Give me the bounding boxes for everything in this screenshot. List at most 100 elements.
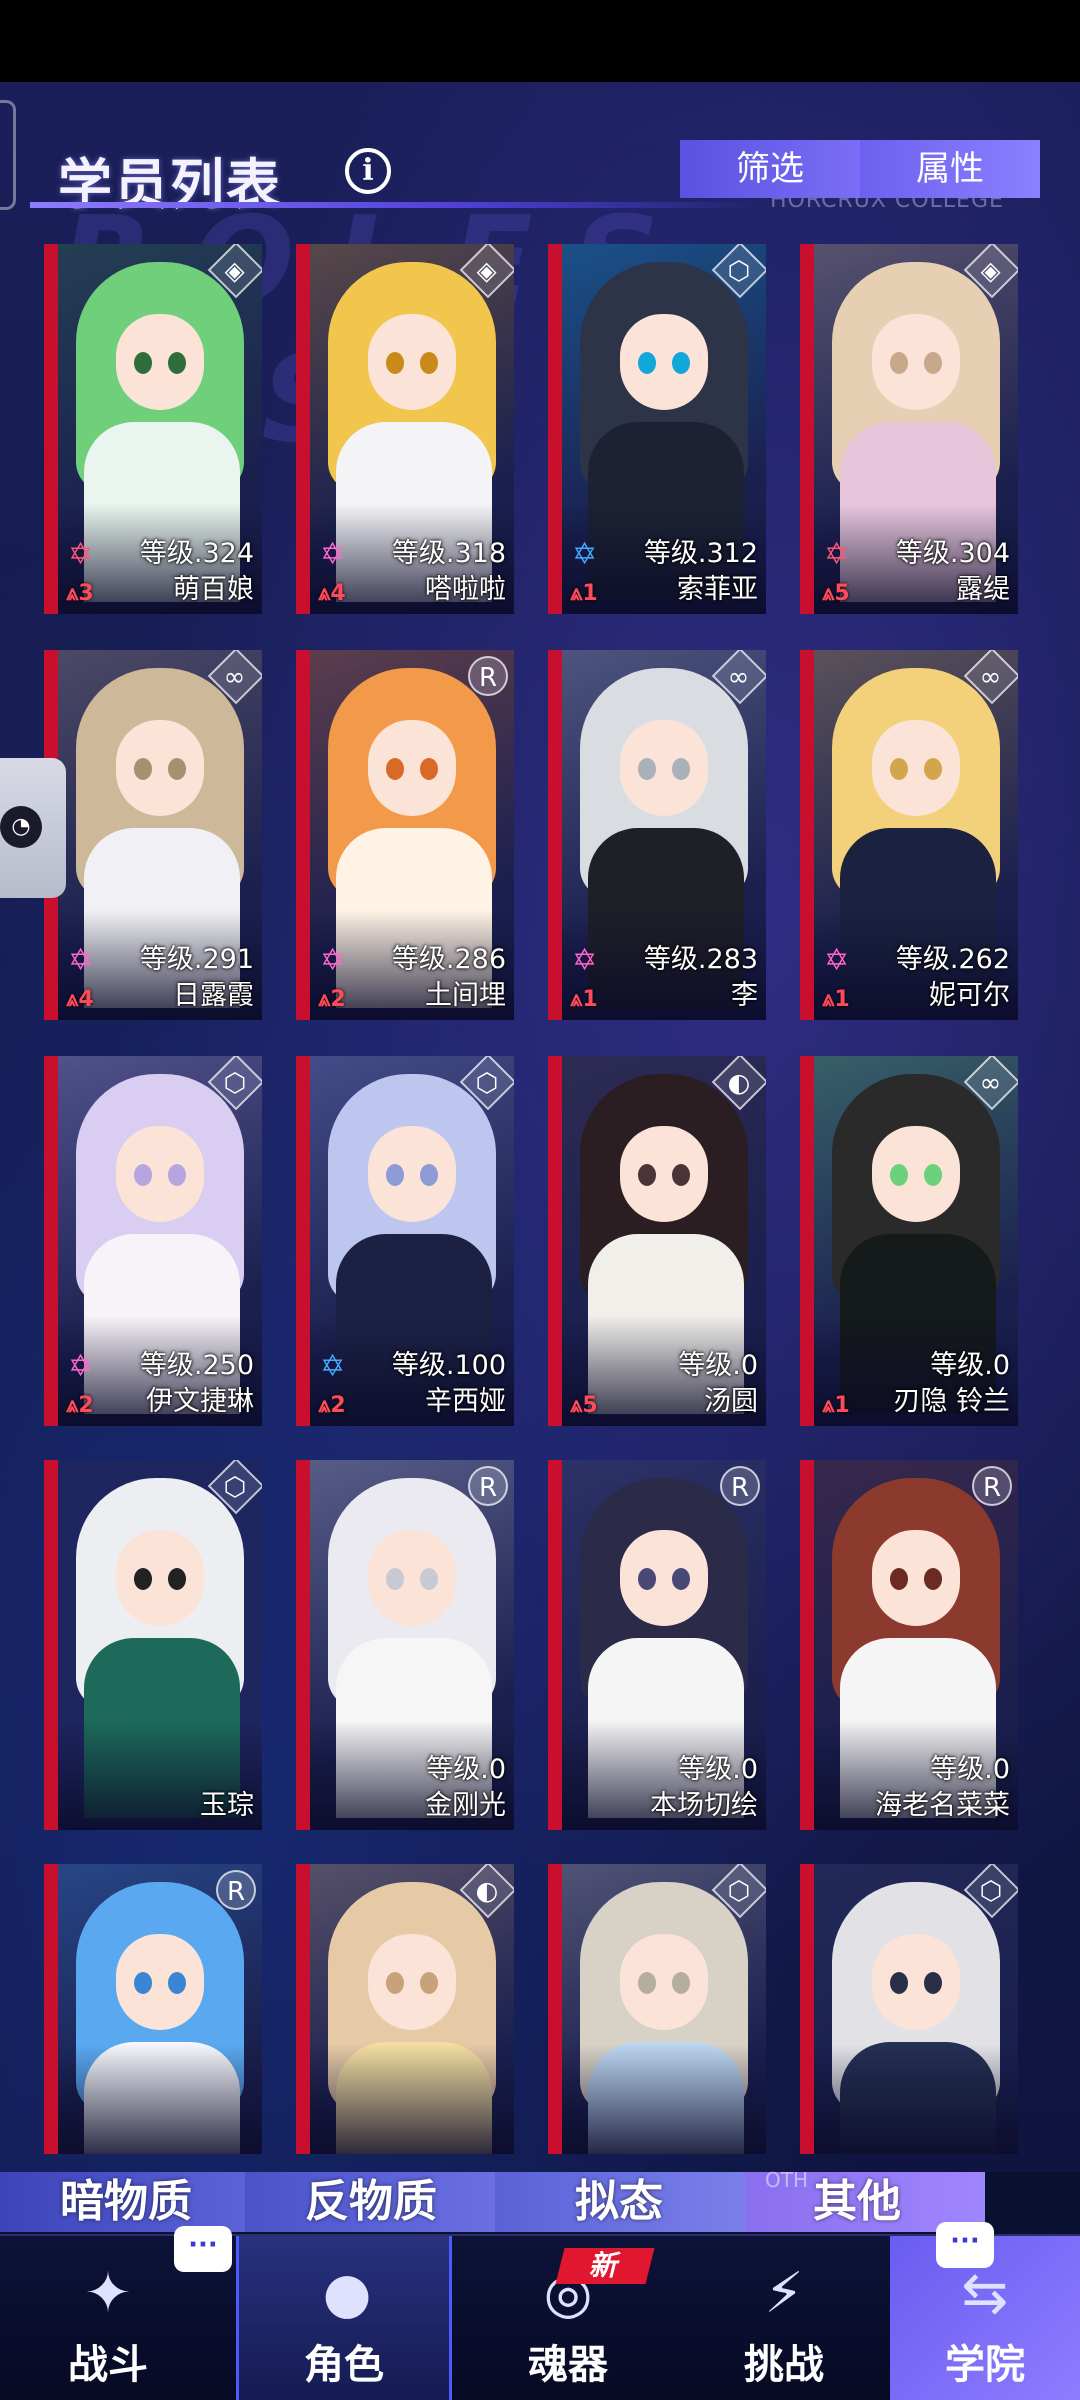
- student-card[interactable]: ◐ ⩓5 等级.0 汤圆: [548, 1056, 766, 1426]
- star-icon: ✡: [572, 537, 598, 572]
- student-level: 等级.304: [895, 538, 1010, 569]
- student-card[interactable]: ◐: [296, 1864, 514, 2154]
- challenge-icon: ⚡: [764, 2261, 804, 2326]
- rank-badge: ⩓5: [822, 581, 850, 606]
- student-card[interactable]: ∞ ✡ ⩓4 等级.291 日露霞: [44, 650, 262, 1020]
- role-icon: ●: [322, 2261, 372, 2326]
- star-icon: ✡: [68, 537, 94, 572]
- student-level: 等级.318: [391, 538, 506, 569]
- star-icon: ✡: [572, 943, 598, 978]
- nav-challenge[interactable]: ⚡ 挑战: [676, 2236, 892, 2400]
- headset-icon: ◔: [0, 806, 42, 848]
- rank-badge: ⩓5: [570, 1393, 598, 1418]
- rank-badge: ⩓1: [822, 987, 850, 1012]
- star-icon: ✡: [320, 537, 346, 572]
- student-card[interactable]: R 等级.0 本场切绘: [548, 1460, 766, 1830]
- student-name: 辛西娅: [425, 1386, 506, 1417]
- nav-role[interactable]: ● 角色: [236, 2236, 452, 2400]
- college-icon: ⇆: [961, 2261, 1009, 2326]
- new-badge: 新: [555, 2248, 655, 2284]
- student-name: 刃隐 铃兰: [893, 1386, 1010, 1417]
- student-level: 等级.0: [930, 1754, 1010, 1785]
- star-icon: ✡: [824, 537, 850, 572]
- student-name: 汤圆: [704, 1386, 758, 1417]
- rank-badge: ⩓2: [318, 987, 346, 1012]
- student-level: 等级.0: [426, 1754, 506, 1785]
- element-type-icon: R: [468, 1466, 508, 1506]
- student-card[interactable]: ⬡: [548, 1864, 766, 2154]
- student-name: 海老名菜菜: [875, 1790, 1010, 1821]
- chat-bubble-icon[interactable]: ···: [936, 2222, 994, 2268]
- chat-bubble-icon[interactable]: ···: [174, 2226, 232, 2272]
- student-level: 等级.0: [678, 1754, 758, 1785]
- student-name: 日露霞: [173, 980, 254, 1011]
- student-name: 萌百娘: [173, 574, 254, 605]
- element-type-icon: R: [216, 1870, 256, 1910]
- category-other-tag: OTH: [765, 2168, 808, 2192]
- student-name: 索菲亚: [677, 574, 758, 605]
- student-name: 妮可尔: [929, 980, 1010, 1011]
- category-bar: 暗物质 反物质 拟态 其他 OTH: [0, 2168, 1080, 2234]
- student-level: 等级.0: [678, 1350, 758, 1381]
- nav-college-label: 学院: [945, 2342, 1025, 2388]
- rank-badge: ⩓1: [822, 1393, 850, 1418]
- category-dark-matter[interactable]: 暗物质: [0, 2172, 245, 2232]
- student-card[interactable]: ∞ ⩓1 等级.0 刃隐 铃兰: [800, 1056, 1018, 1426]
- student-level: 等级.262: [895, 944, 1010, 975]
- rank-badge: ⩓2: [318, 1393, 346, 1418]
- student-card[interactable]: ◈ ✡ ⩓4 等级.318 嗒啦啦: [296, 244, 514, 614]
- student-card[interactable]: ⬡ ✡ ⩓2 等级.250 伊文捷琳: [44, 1056, 262, 1426]
- student-level: 等级.312: [643, 538, 758, 569]
- student-card[interactable]: ◈ ✡ ⩓5 等级.304 露缇: [800, 244, 1018, 614]
- student-name: 露缇: [956, 574, 1010, 605]
- student-name: 土间埋: [425, 980, 506, 1011]
- student-name: 嗒啦啦: [425, 574, 506, 605]
- student-card[interactable]: R 等级.0 金刚光: [296, 1460, 514, 1830]
- battle-icon: ✦: [84, 2261, 132, 2326]
- star-icon: ✡: [824, 943, 850, 978]
- nav-challenge-label: 挑战: [744, 2342, 824, 2388]
- element-type-icon: R: [468, 656, 508, 696]
- element-type-icon: R: [972, 1466, 1012, 1506]
- star-icon: ✡: [320, 943, 346, 978]
- nav-soul-label: 魂器: [528, 2342, 608, 2388]
- student-level: 等级.324: [139, 538, 254, 569]
- rank-badge: ⩓1: [570, 987, 598, 1012]
- student-card[interactable]: ⬡ 玉琮: [44, 1460, 262, 1830]
- student-card[interactable]: ∞ ✡ ⩓1 等级.283 李: [548, 650, 766, 1020]
- student-card[interactable]: ◈ ✡ ⩓3 等级.324 萌百娘: [44, 244, 262, 614]
- student-level: 等级.0: [930, 1350, 1010, 1381]
- student-name: 本场切绘: [650, 1790, 758, 1821]
- student-name: 金刚光: [425, 1790, 506, 1821]
- student-name: 玉琮: [200, 1790, 254, 1821]
- element-type-icon: R: [720, 1466, 760, 1506]
- nav-role-label: 角色: [304, 2342, 384, 2388]
- category-mimic[interactable]: 拟态: [495, 2172, 745, 2232]
- student-name: 伊文捷琳: [146, 1386, 254, 1417]
- student-level: 等级.283: [643, 944, 758, 975]
- rank-badge: ⩓1: [570, 581, 598, 606]
- student-card[interactable]: ⬡ ✡ ⩓2 等级.100 辛西娅: [296, 1056, 514, 1426]
- bottom-nav: ✦ 战斗 ● 角色 ◎ 魂器 ⚡ 挑战 ⇆ 学院: [0, 2234, 1080, 2400]
- student-card[interactable]: R: [44, 1864, 262, 2154]
- student-level: 等级.100: [391, 1350, 506, 1381]
- student-level: 等级.291: [139, 944, 254, 975]
- student-level: 等级.250: [139, 1350, 254, 1381]
- rank-badge: ⩓3: [66, 581, 94, 606]
- student-name: 李: [731, 980, 758, 1011]
- nav-battle-label: 战斗: [68, 2342, 148, 2388]
- rank-badge: ⩓2: [66, 1393, 94, 1418]
- star-icon: ✡: [68, 1349, 94, 1384]
- rank-badge: ⩓4: [66, 987, 94, 1012]
- student-card[interactable]: ⬡: [800, 1864, 1018, 2154]
- student-card[interactable]: ∞ ✡ ⩓1 等级.262 妮可尔: [800, 650, 1018, 1020]
- star-icon: ✡: [320, 1349, 346, 1384]
- side-floating-button[interactable]: ◔: [0, 758, 66, 898]
- student-card[interactable]: ⬡ ✡ ⩓1 等级.312 索菲亚: [548, 244, 766, 614]
- star-icon: ✡: [68, 943, 94, 978]
- category-anti-matter[interactable]: 反物质: [245, 2172, 495, 2232]
- student-grid: ◈ ✡ ⩓3 等级.324 萌百娘 ◈ ✡ ⩓4 等级.318 嗒啦啦 ⬡ ✡ …: [0, 0, 1080, 2170]
- student-card[interactable]: R 等级.0 海老名菜菜: [800, 1460, 1018, 1830]
- rank-badge: ⩓4: [318, 581, 346, 606]
- student-card[interactable]: R ✡ ⩓2 等级.286 土间埋: [296, 650, 514, 1020]
